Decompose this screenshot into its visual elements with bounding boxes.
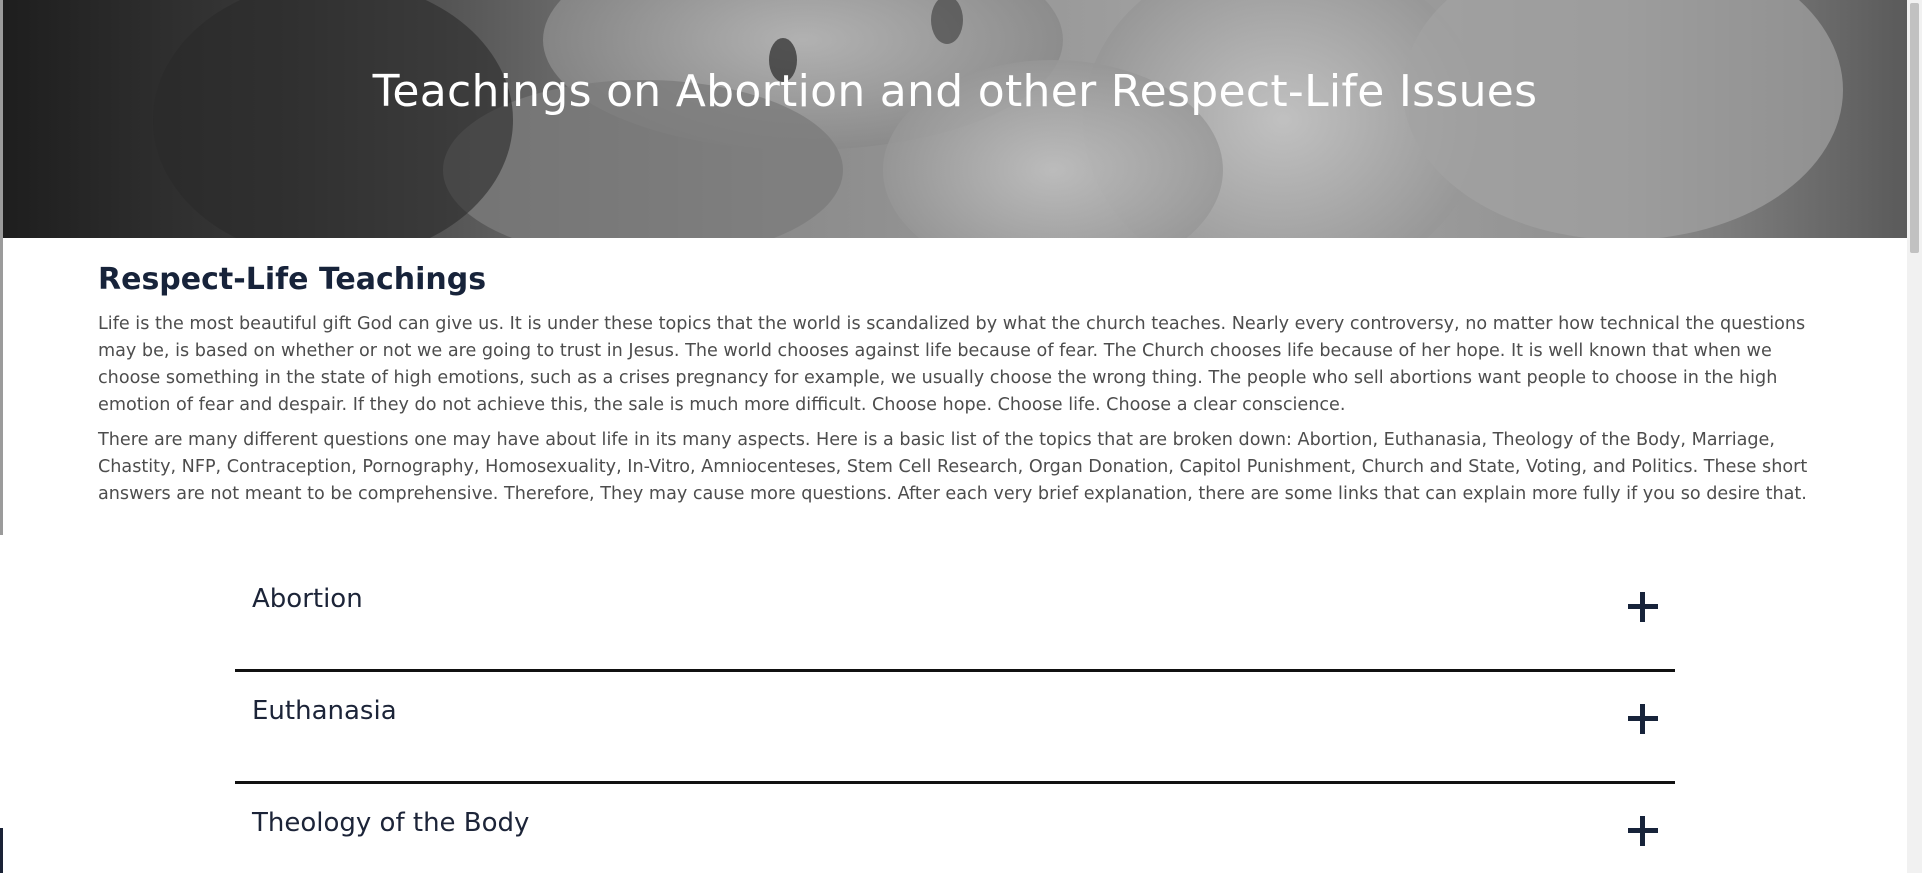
left-edge-strip-bottom <box>0 828 3 873</box>
plus-icon[interactable] <box>1628 592 1658 622</box>
scrollbar-thumb[interactable] <box>1910 3 1919 253</box>
accordion-item-euthanasia[interactable]: Euthanasia <box>235 672 1675 784</box>
page: Teachings on Abortion and other Respect-… <box>0 0 1922 873</box>
plus-icon[interactable] <box>1628 704 1658 734</box>
accordion-item-label: Theology of the Body <box>252 808 530 838</box>
topics-accordion: Abortion Euthanasia Theology of the Body <box>235 560 1675 873</box>
accordion-item-theology-of-the-body[interactable]: Theology of the Body <box>235 784 1675 873</box>
accordion-item-label: Euthanasia <box>252 696 397 726</box>
accordion-item-abortion[interactable]: Abortion <box>235 560 1675 672</box>
section-title: Respect-Life Teachings <box>98 262 487 297</box>
main-content: Respect-Life Teachings Life is the most … <box>98 238 1810 516</box>
vertical-scrollbar[interactable] <box>1907 0 1922 873</box>
hero-title: Teachings on Abortion and other Respect-… <box>372 66 1538 117</box>
plus-icon[interactable] <box>1628 816 1658 846</box>
hero-banner: Teachings on Abortion and other Respect-… <box>3 0 1907 238</box>
hero-background-image <box>3 0 1907 238</box>
accordion-item-label: Abortion <box>252 584 363 614</box>
intro-paragraph: Life is the most beautiful gift God can … <box>98 314 1806 415</box>
topics-paragraph: There are many different questions one m… <box>98 430 1808 504</box>
